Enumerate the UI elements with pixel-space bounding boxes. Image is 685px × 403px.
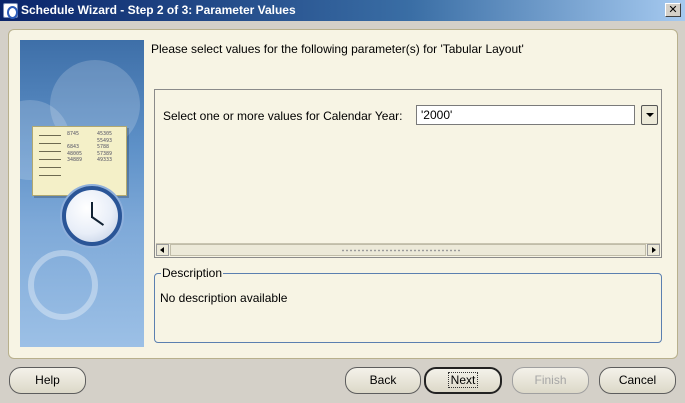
finish-button[interactable]: Finish	[512, 367, 589, 394]
help-button[interactable]: Help	[9, 367, 86, 394]
document-numbers-left: 8745 6843 48005 34889	[67, 131, 83, 163]
scrollbar-grip	[341, 249, 461, 252]
clock-minute-hand	[91, 216, 105, 226]
parameter-prompt: Please select values for the following p…	[151, 42, 524, 56]
chevron-down-icon[interactable]	[641, 105, 658, 125]
document-icon: 8745 6843 48005 34889 45305 55493 5788 5…	[32, 126, 127, 196]
close-button[interactable]: ✕	[665, 3, 681, 17]
scrollbar-thumb[interactable]	[170, 244, 646, 256]
document-line	[39, 175, 61, 176]
title-bar: Schedule Wizard - Step 2 of 3: Parameter…	[0, 0, 685, 21]
description-legend: Description	[161, 266, 224, 280]
document-numbers-right: 45305 55493 5788 57389 49333	[97, 131, 113, 163]
calendar-year-label: Select one or more values for Calendar Y…	[163, 109, 403, 123]
arrow-left-icon[interactable]	[156, 244, 169, 256]
calendar-year-field[interactable]: '2000'	[416, 105, 635, 125]
description-group: Description No description available	[154, 266, 662, 343]
horizontal-scrollbar[interactable]	[156, 243, 660, 256]
next-button-label: Next	[447, 372, 479, 388]
arrow-right-icon[interactable]	[647, 244, 660, 256]
document-line	[39, 135, 61, 136]
next-button[interactable]: Next	[424, 367, 502, 394]
parameter-panel: Select one or more values for Calendar Y…	[154, 89, 662, 258]
window-title: Schedule Wizard - Step 2 of 3: Parameter…	[21, 3, 296, 17]
back-button[interactable]: Back	[345, 367, 421, 394]
document-line	[39, 159, 61, 160]
description-text: No description available	[160, 291, 288, 305]
clock-icon	[62, 186, 122, 246]
cancel-button[interactable]: Cancel	[599, 367, 676, 394]
wizard-app-icon	[3, 3, 18, 19]
document-line	[39, 143, 61, 144]
magnifier-icon	[28, 250, 98, 320]
document-line	[39, 167, 61, 168]
wizard-illustration: 8745 6843 48005 34889 45305 55493 5788 5…	[20, 40, 144, 347]
document-line	[39, 151, 61, 152]
